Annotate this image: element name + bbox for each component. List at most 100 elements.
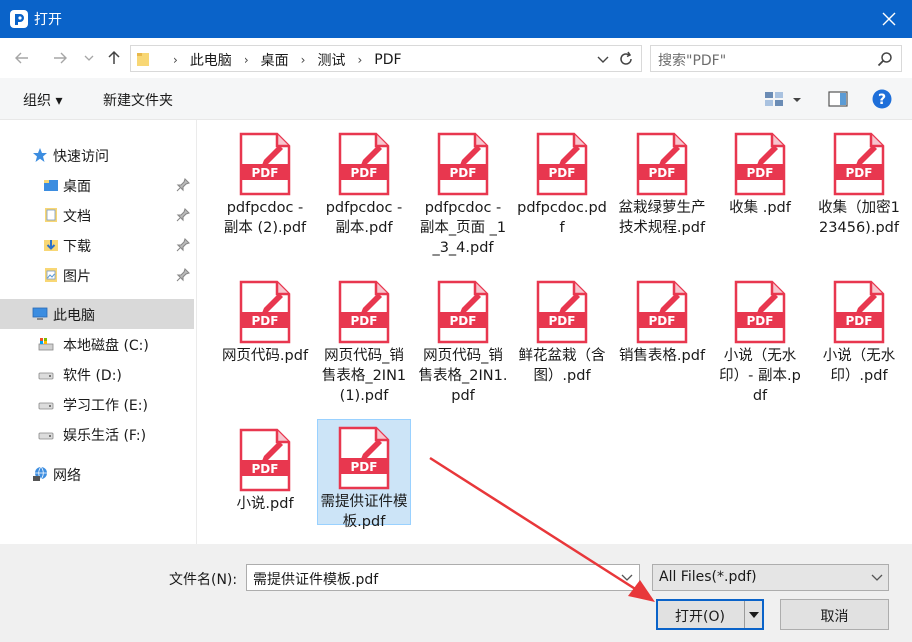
- chevron-down-icon[interactable]: [870, 570, 884, 584]
- file-name: 盆栽绿萝生产技术规程.pdf: [618, 200, 706, 236]
- file-item[interactable]: PDF pdfpcdoc.pdf: [515, 126, 609, 238]
- sidebar-item-drive-f[interactable]: 娱乐生活 (F:): [0, 419, 194, 449]
- sidebar-item-quick-access[interactable]: 快速访问: [0, 140, 194, 170]
- pdf-badge-label: PDF: [252, 462, 279, 476]
- file-item[interactable]: PDF 需提供证件模板.pdf: [317, 419, 411, 530]
- file-name: 小说（无水印）- 副本.pdf: [719, 348, 801, 404]
- pin-icon[interactable]: [176, 178, 190, 192]
- star-icon: [33, 148, 47, 162]
- split-divider: [744, 601, 745, 628]
- help-icon[interactable]: ?: [872, 89, 892, 109]
- file-item[interactable]: PDF 网页代码.pdf: [218, 274, 312, 366]
- sidebar-item-drive-c[interactable]: 本地磁盘 (C:): [0, 329, 194, 359]
- close-icon: [882, 12, 896, 26]
- open-options-dropdown-icon[interactable]: [748, 609, 760, 621]
- address-bar[interactable]: › 此电脑 › 桌面 › 测试 › PDF: [130, 45, 642, 72]
- pdf-badge-label: PDF: [649, 166, 676, 180]
- breadcrumb-separator: ›: [173, 53, 178, 67]
- pin-icon[interactable]: [176, 238, 190, 252]
- file-name: pdfpcdoc - 副本.pdf: [325, 200, 403, 236]
- sidebar-item-desktop[interactable]: 桌面: [0, 170, 194, 200]
- pin-icon[interactable]: [176, 268, 190, 282]
- file-type-select[interactable]: All Files(*.pdf): [652, 564, 889, 591]
- view-dropdown-icon[interactable]: [790, 89, 804, 109]
- recent-locations-button[interactable]: [82, 48, 96, 68]
- pdf-file-icon: PDF: [338, 132, 390, 196]
- sidebar-item-drive-d[interactable]: 软件 (D:): [0, 359, 194, 389]
- file-name: pdfpcdoc - 副本_页面 _1_3_4.pdf: [419, 200, 507, 256]
- file-item[interactable]: PDF 小说（无水印）- 副本.pdf: [713, 274, 807, 406]
- breadcrumb-item-test[interactable]: 测试: [313, 50, 349, 70]
- pin-icon[interactable]: [176, 208, 190, 222]
- sidebar-item-documents[interactable]: 文档: [0, 200, 194, 230]
- sidebar-label: 快速访问: [53, 149, 109, 165]
- sidebar-item-this-pc[interactable]: 此电脑: [0, 299, 194, 329]
- file-item[interactable]: PDF 鲜花盆栽（含图）.pdf: [515, 274, 609, 386]
- pdf-file-icon: PDF: [734, 280, 786, 344]
- filename-dropdown-icon[interactable]: [620, 570, 634, 584]
- file-item[interactable]: PDF 网页代码_销售表格_2IN1.pdf: [416, 274, 510, 406]
- back-button[interactable]: [12, 48, 32, 68]
- file-item[interactable]: PDF pdfpcdoc - 副本 (2).pdf: [218, 126, 312, 238]
- sidebar-label: 文档: [63, 209, 91, 225]
- window-title: 打开: [34, 12, 62, 28]
- filename-label: 文件名(N):: [169, 572, 238, 588]
- title-bar: 打开: [0, 0, 912, 38]
- network-icon: [33, 466, 47, 481]
- pdf-file-icon: PDF: [239, 428, 291, 492]
- sidebar-item-pictures[interactable]: 图片: [0, 260, 194, 290]
- file-name: pdfpcdoc - 副本 (2).pdf: [223, 200, 307, 236]
- close-button[interactable]: [866, 0, 912, 38]
- pdf-file-icon: PDF: [636, 132, 688, 196]
- pdf-badge-label: PDF: [252, 314, 279, 328]
- file-item[interactable]: PDF 小说.pdf: [218, 422, 312, 514]
- breadcrumb-item-desktop[interactable]: 桌面: [257, 50, 293, 70]
- downloads-folder-icon: [44, 240, 58, 251]
- breadcrumb-item-pdf[interactable]: PDF: [370, 52, 405, 68]
- pdf-file-icon: PDF: [239, 132, 291, 196]
- pdf-badge-label: PDF: [549, 166, 576, 180]
- file-item[interactable]: PDF 收集（加密123456).pdf: [812, 126, 906, 238]
- file-name: 网页代码_销售表格_2IN1.pdf: [418, 348, 508, 404]
- open-button[interactable]: 打开(O): [656, 599, 764, 630]
- drive-icon: [38, 432, 54, 440]
- sidebar-item-network[interactable]: 网络: [0, 459, 194, 489]
- breadcrumb: › 此电脑 › 桌面 › 测试 › PDF: [165, 50, 406, 70]
- dialog-footer: 文件名(N): 需提供证件模板.pdf All Files(*.pdf) 打开(…: [0, 544, 912, 642]
- sidebar-label: 网络: [53, 468, 81, 484]
- sidebar-label: 学习工作 (E:): [63, 398, 148, 414]
- file-item[interactable]: PDF 收集 .pdf: [713, 126, 807, 218]
- file-name: 网页代码.pdf: [221, 348, 309, 364]
- drive-icon: [38, 372, 54, 380]
- pdf-file-icon: PDF: [338, 280, 390, 344]
- file-name: 小说.pdf: [236, 496, 294, 512]
- view-options-icon[interactable]: [764, 89, 784, 109]
- sidebar-item-downloads[interactable]: 下载: [0, 230, 194, 260]
- search-input[interactable]: 搜索"PDF": [650, 45, 902, 72]
- arrow-left-icon: [15, 52, 28, 64]
- sidebar-item-drive-e[interactable]: 学习工作 (E:): [0, 389, 194, 419]
- system-drive-icon: [38, 338, 54, 351]
- new-folder-button[interactable]: 新建文件夹: [103, 90, 173, 110]
- organize-button[interactable]: 组织 ▾: [23, 90, 62, 110]
- forward-button[interactable]: [50, 48, 70, 68]
- pdf-badge-label: PDF: [450, 166, 477, 180]
- file-name: 小说（无水印）.pdf: [822, 348, 896, 384]
- file-item[interactable]: PDF pdfpcdoc - 副本_页面 _1_3_4.pdf: [416, 126, 510, 258]
- pdf-badge-label: PDF: [450, 314, 477, 328]
- file-item[interactable]: PDF 网页代码_销售表格_2IN1(1).pdf: [317, 274, 411, 406]
- breadcrumb-item-this-pc[interactable]: 此电脑: [186, 50, 236, 70]
- file-item[interactable]: PDF pdfpcdoc - 副本.pdf: [317, 126, 411, 238]
- file-name: 鲜花盆栽（含图）.pdf: [518, 348, 606, 384]
- address-row: › 此电脑 › 桌面 › 测试 › PDF 搜索"PDF": [0, 38, 912, 78]
- filename-input[interactable]: 需提供证件模板.pdf: [246, 564, 640, 591]
- file-item[interactable]: PDF 销售表格.pdf: [615, 274, 709, 366]
- preview-pane-icon[interactable]: [828, 89, 848, 109]
- search-placeholder: 搜索"PDF": [658, 53, 727, 69]
- refresh-icon[interactable]: [617, 50, 635, 68]
- cancel-button[interactable]: 取消: [780, 599, 889, 630]
- address-history-dropdown[interactable]: [595, 51, 611, 67]
- up-button[interactable]: [104, 48, 124, 68]
- file-item[interactable]: PDF 盆栽绿萝生产技术规程.pdf: [615, 126, 709, 238]
- file-item[interactable]: PDF 小说（无水印）.pdf: [812, 274, 906, 386]
